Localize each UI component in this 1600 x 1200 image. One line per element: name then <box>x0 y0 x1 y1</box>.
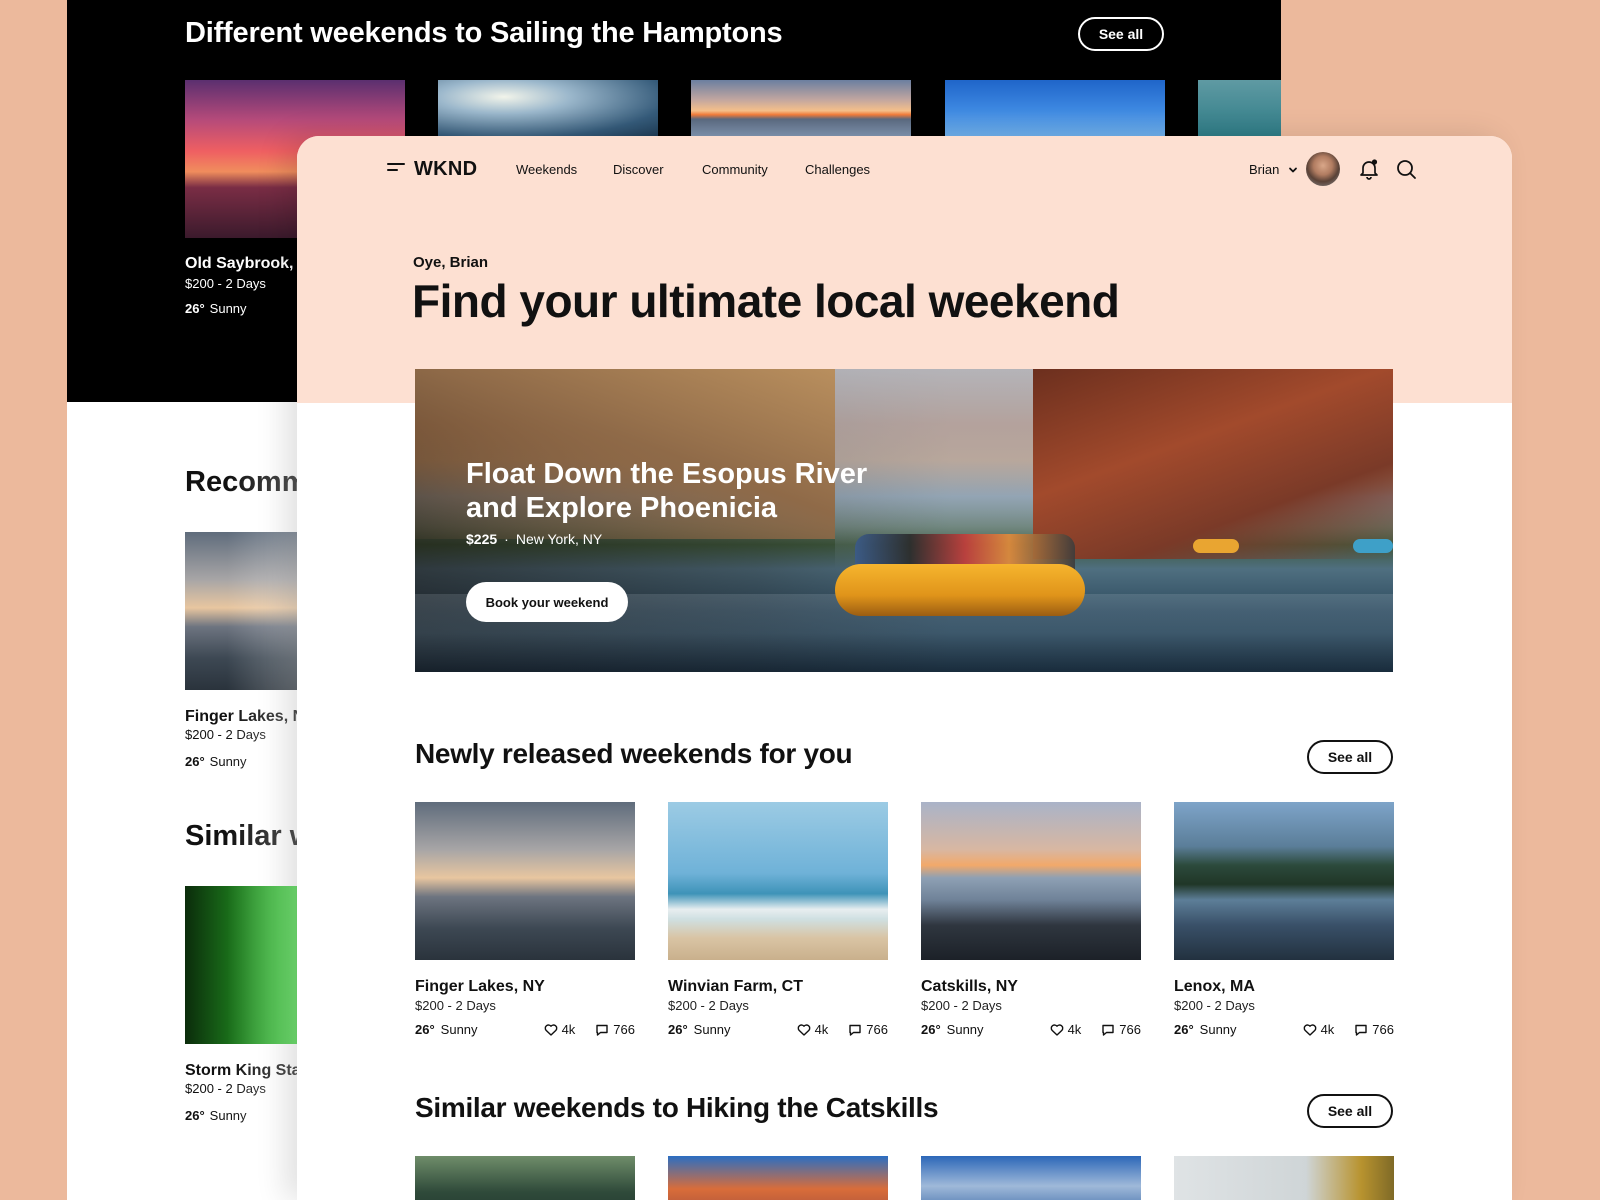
featured-weekend-meta: $225 · New York, NY <box>466 531 602 547</box>
heart-icon[interactable] <box>544 1023 558 1037</box>
temperature: 26° <box>1174 1022 1194 1037</box>
similar-weekends-see-all-button[interactable]: See all <box>1307 1094 1393 1128</box>
weekend-card-image[interactable] <box>921 802 1141 960</box>
similar-card-image[interactable] <box>415 1156 635 1200</box>
logo[interactable]: WKND <box>414 158 477 181</box>
comment-icon[interactable] <box>1101 1023 1115 1037</box>
nav-link-weekends[interactable]: Weekends <box>516 162 577 177</box>
hero-image-raft <box>1353 539 1393 553</box>
weather-label: Sunny <box>440 1022 478 1037</box>
heart-icon[interactable] <box>1050 1023 1064 1037</box>
sailing-section-title: Different weekends to Sailing the Hampto… <box>185 17 783 49</box>
heart-icon[interactable] <box>1303 1023 1317 1037</box>
featured-price: $225 <box>466 531 498 547</box>
temperature: 26° <box>415 1022 435 1037</box>
weekend-card[interactable]: Catskills, NY $200 - 2 Days 26° Sunny 4k … <box>921 802 1141 1040</box>
weekend-card-footer: 26° Sunny 4k 766 <box>1174 1022 1394 1040</box>
weekend-card[interactable]: Winvian Farm, CT $200 - 2 Days 26° Sunny … <box>668 802 888 1040</box>
user-menu-name[interactable]: Brian <box>1249 162 1279 177</box>
likes-count: 4k <box>1320 1022 1335 1037</box>
separator: · <box>504 531 509 547</box>
weather-label: Sunny <box>693 1022 731 1037</box>
temperature: 26° <box>185 301 205 316</box>
weekend-card-price: $200 - 2 Days <box>415 998 496 1013</box>
weekend-card-footer: 26° Sunny 4k 766 <box>415 1022 635 1040</box>
newly-released-see-all-button[interactable]: See all <box>1307 740 1393 774</box>
weekend-card-footer: 26° Sunny 4k 766 <box>921 1022 1141 1040</box>
weekend-card-image[interactable] <box>668 802 888 960</box>
hero-image-raft <box>1193 539 1239 553</box>
chevron-down-icon[interactable] <box>1288 165 1298 175</box>
comments-count: 766 <box>1119 1022 1141 1037</box>
nav-link-community[interactable]: Community <box>702 162 768 177</box>
sailing-card-image[interactable] <box>438 80 658 136</box>
featured-weekend-banner[interactable]: Float Down the Esopus River and Explore … <box>415 369 1393 672</box>
hero-image-raft <box>835 564 1085 616</box>
featured-location: New York, NY <box>515 531 603 547</box>
weekend-card[interactable]: Lenox, MA $200 - 2 Days 26° Sunny 4k 766 <box>1174 802 1394 1040</box>
search-icon[interactable] <box>1396 159 1417 180</box>
sailing-card-weather: 26° Sunny <box>185 301 247 316</box>
similar-card-image[interactable] <box>921 1156 1141 1200</box>
weekend-card-name: Lenox, MA <box>1174 978 1255 995</box>
sailing-card-image[interactable] <box>945 80 1165 136</box>
comment-icon[interactable] <box>848 1023 862 1037</box>
weekend-card-image[interactable] <box>1174 802 1394 960</box>
nav-link-challenges[interactable]: Challenges <box>805 162 870 177</box>
temperature: 26° <box>185 1108 205 1123</box>
comment-icon[interactable] <box>595 1023 609 1037</box>
card-stats: 4k 766 <box>1050 1022 1141 1037</box>
sailing-see-all-button[interactable]: See all <box>1078 17 1164 51</box>
sailing-card-image[interactable] <box>691 80 911 136</box>
card-stats: 4k 766 <box>544 1022 635 1037</box>
comments-count: 766 <box>613 1022 635 1037</box>
heart-icon[interactable] <box>797 1023 811 1037</box>
menu-icon[interactable] <box>387 163 405 175</box>
sailing-card-price: $200 - 2 Days <box>185 276 266 291</box>
weather-label: Sunny <box>1199 1022 1237 1037</box>
weekend-card-price: $200 - 2 Days <box>921 998 1002 1013</box>
weekend-card[interactable]: Finger Lakes, NY $200 - 2 Days 26° Sunny … <box>415 802 635 1040</box>
similar-weekends-title: Similar weekends to Hiking the Catskills <box>415 1092 939 1123</box>
avatar[interactable] <box>1306 152 1340 186</box>
weekend-card-name: Winvian Farm, CT <box>668 978 803 995</box>
weather-label: Sunny <box>946 1022 984 1037</box>
weekend-card-price: $200 - 2 Days <box>1174 998 1255 1013</box>
weekend-card-footer: 26° Sunny 4k 766 <box>668 1022 888 1040</box>
main-screen: WKND Weekends Discover Community Challen… <box>297 136 1512 1200</box>
weekend-card-name: Finger Lakes, NY <box>415 978 545 995</box>
weekend-card-image[interactable] <box>415 802 635 960</box>
greeting: Oye, Brian <box>413 254 489 271</box>
comments-count: 766 <box>866 1022 888 1037</box>
book-weekend-button[interactable]: Book your weekend <box>466 582 628 622</box>
similar-card-image[interactable] <box>668 1156 888 1200</box>
temperature: 26° <box>668 1022 688 1037</box>
sailing-card-image[interactable] <box>1198 80 1281 136</box>
weather-label: Sunny <box>209 301 247 316</box>
temperature: 26° <box>921 1022 941 1037</box>
sailing-card-name: Old Saybrook, <box>185 255 294 272</box>
weekend-card-price: $200 - 2 Days <box>668 998 749 1013</box>
bell-icon[interactable] <box>1358 158 1380 180</box>
temperature: 26° <box>185 754 205 769</box>
page-headline: Find your ultimate local weekend <box>412 275 1120 327</box>
nav-link-discover[interactable]: Discover <box>613 162 664 177</box>
hero-image-cliff <box>1033 369 1393 559</box>
featured-weekend-title: Float Down the Esopus River and Explore … <box>466 458 868 524</box>
newly-released-title: Newly released weekends for you <box>415 738 853 769</box>
comment-icon[interactable] <box>1354 1023 1368 1037</box>
similar-card-image[interactable] <box>1174 1156 1394 1200</box>
top-navigation: WKND Weekends Discover Community Challen… <box>297 136 1512 202</box>
weekend-card-name: Catskills, NY <box>921 978 1018 995</box>
likes-count: 4k <box>1067 1022 1082 1037</box>
card-stats: 4k 766 <box>1303 1022 1394 1037</box>
comments-count: 766 <box>1372 1022 1394 1037</box>
likes-count: 4k <box>561 1022 576 1037</box>
likes-count: 4k <box>814 1022 829 1037</box>
card-stats: 4k 766 <box>797 1022 888 1037</box>
